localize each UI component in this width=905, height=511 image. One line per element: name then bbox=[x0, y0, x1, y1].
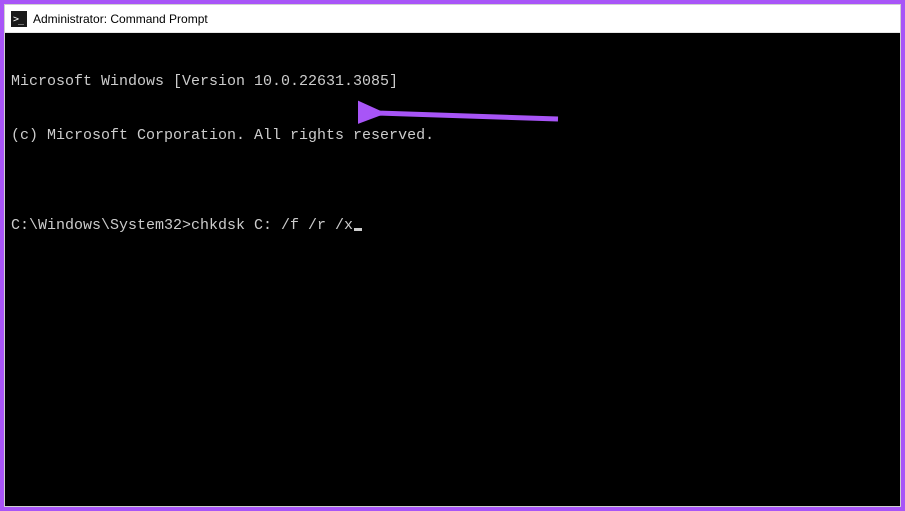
typed-command: chkdsk C: /f /r /x bbox=[191, 217, 353, 235]
titlebar[interactable]: >_ Administrator: Command Prompt bbox=[5, 5, 900, 33]
cursor bbox=[354, 228, 362, 231]
prompt-path: C:\Windows\System32> bbox=[11, 217, 191, 235]
copyright-line: (c) Microsoft Corporation. All rights re… bbox=[11, 127, 894, 145]
window-title: Administrator: Command Prompt bbox=[33, 12, 208, 26]
cmd-icon: >_ bbox=[11, 11, 27, 27]
version-line: Microsoft Windows [Version 10.0.22631.30… bbox=[11, 73, 894, 91]
console-area[interactable]: Microsoft Windows [Version 10.0.22631.30… bbox=[5, 33, 900, 506]
prompt-line: C:\Windows\System32>chkdsk C: /f /r /x bbox=[11, 217, 894, 235]
command-prompt-window: >_ Administrator: Command Prompt Microso… bbox=[4, 4, 901, 507]
